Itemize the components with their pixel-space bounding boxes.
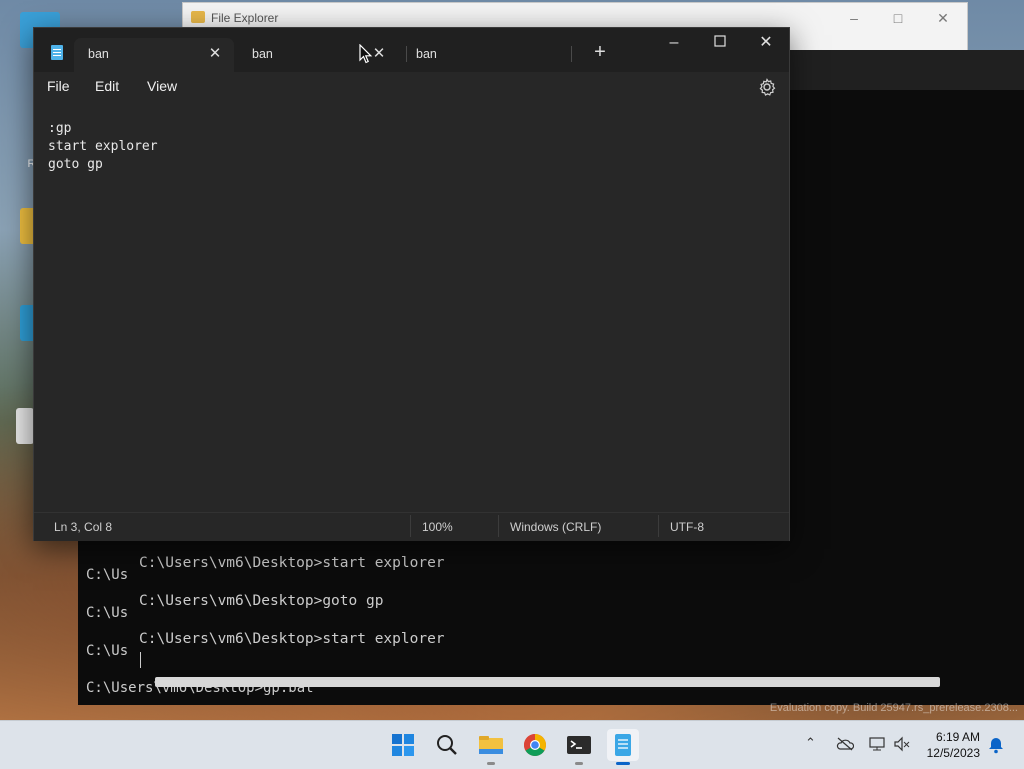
file-explorer-icon bbox=[479, 736, 503, 754]
terminal-line: C:\Users\vm6\Desktop>goto gp bbox=[139, 593, 384, 609]
menu-view[interactable]: View bbox=[147, 78, 177, 94]
horizontal-scrollbar[interactable] bbox=[155, 677, 940, 687]
taskbar-file-explorer[interactable] bbox=[475, 729, 507, 765]
search-button[interactable] bbox=[431, 729, 463, 761]
file-icon bbox=[16, 408, 34, 444]
tab-label: ban bbox=[88, 47, 109, 61]
menu-edit[interactable]: Edit bbox=[95, 78, 119, 94]
minimize-button[interactable]: – bbox=[651, 30, 697, 56]
maximize-button[interactable]: □ bbox=[883, 7, 913, 29]
terminal-line: C:\Users\vm6\Desktop>start explorer bbox=[139, 631, 445, 647]
tab-label: ban bbox=[416, 47, 437, 61]
running-indicator bbox=[575, 762, 583, 765]
status-bar: Ln 3, Col 8 100% Windows (CRLF) UTF-8 bbox=[34, 512, 789, 541]
clock-date: 12/5/2023 bbox=[926, 746, 980, 760]
running-indicator bbox=[487, 762, 495, 765]
taskbar-notepad[interactable] bbox=[607, 729, 639, 765]
notepad-window[interactable]: ban ✕ ban ✕ ban + – ✕ File Edit View :gp… bbox=[33, 27, 790, 541]
maximize-button[interactable] bbox=[697, 30, 743, 56]
mouse-pointer-icon bbox=[359, 44, 373, 64]
terminal-output[interactable]: C:\Users\vm6\Desktop>start explorer C:\U… bbox=[131, 540, 1024, 680]
chrome-icon bbox=[524, 734, 546, 756]
tab-ban-2[interactable]: ban ✕ bbox=[238, 38, 398, 72]
search-icon bbox=[437, 735, 457, 755]
network-icon[interactable] bbox=[868, 736, 886, 752]
close-button[interactable]: ✕ bbox=[928, 7, 958, 29]
start-button[interactable] bbox=[387, 729, 419, 761]
new-tab-button[interactable]: + bbox=[587, 40, 613, 66]
status-divider bbox=[498, 515, 499, 537]
folder-icon bbox=[191, 11, 205, 23]
taskbar: ⌃ 6:19 AM 12/5/2023 bbox=[0, 720, 1024, 769]
minimize-button[interactable]: – bbox=[839, 7, 869, 29]
tab-ban-3[interactable]: ban bbox=[402, 38, 562, 72]
system-clock[interactable]: 6:19 AM 12/5/2023 bbox=[914, 729, 980, 761]
menu-bar: File Edit View bbox=[34, 72, 789, 102]
terminal-icon bbox=[567, 736, 591, 754]
notification-bell-icon[interactable] bbox=[988, 736, 1004, 754]
tab-label: ban bbox=[252, 47, 273, 61]
taskbar-terminal[interactable] bbox=[563, 729, 595, 765]
zoom-level[interactable]: 100% bbox=[422, 520, 453, 534]
terminal-line: C:\Us bbox=[86, 567, 129, 583]
active-indicator bbox=[616, 762, 630, 765]
line-ending[interactable]: Windows (CRLF) bbox=[510, 520, 601, 534]
file-explorer-title: File Explorer bbox=[211, 11, 279, 25]
notepad-titlebar[interactable]: ban ✕ ban ✕ ban + – ✕ bbox=[34, 28, 789, 72]
notepad-icon bbox=[51, 45, 63, 60]
evaluation-watermark: Evaluation copy. Build 25947.rs_prerelea… bbox=[769, 702, 1018, 714]
close-button[interactable]: ✕ bbox=[743, 30, 789, 56]
settings-gear-icon[interactable] bbox=[757, 77, 777, 97]
status-divider bbox=[410, 515, 411, 537]
text-editor[interactable]: :gp start explorer goto gp bbox=[48, 120, 158, 174]
windows-start-icon bbox=[392, 734, 414, 756]
terminal-line: C:\Us bbox=[86, 605, 129, 621]
text-cursor bbox=[140, 652, 141, 668]
tab-ban-1[interactable]: ban ✕ bbox=[74, 38, 234, 72]
onedrive-icon[interactable] bbox=[836, 737, 854, 751]
tray-overflow-chevron-icon[interactable]: ⌃ bbox=[805, 735, 816, 751]
encoding[interactable]: UTF-8 bbox=[670, 520, 704, 534]
terminal-line: C:\Users\vm6\Desktop>start explorer bbox=[139, 555, 445, 571]
status-divider bbox=[658, 515, 659, 537]
maximize-icon bbox=[714, 35, 726, 47]
tab-divider bbox=[571, 46, 572, 62]
close-icon[interactable]: ✕ bbox=[206, 44, 224, 62]
cursor-position: Ln 3, Col 8 bbox=[54, 520, 113, 534]
taskbar-chrome[interactable] bbox=[519, 729, 551, 761]
terminal-line: C:\Us bbox=[86, 643, 129, 659]
notepad-icon bbox=[615, 734, 631, 756]
volume-muted-icon[interactable] bbox=[893, 736, 911, 752]
clock-time: 6:19 AM bbox=[935, 730, 980, 744]
menu-file[interactable]: File bbox=[47, 78, 70, 94]
